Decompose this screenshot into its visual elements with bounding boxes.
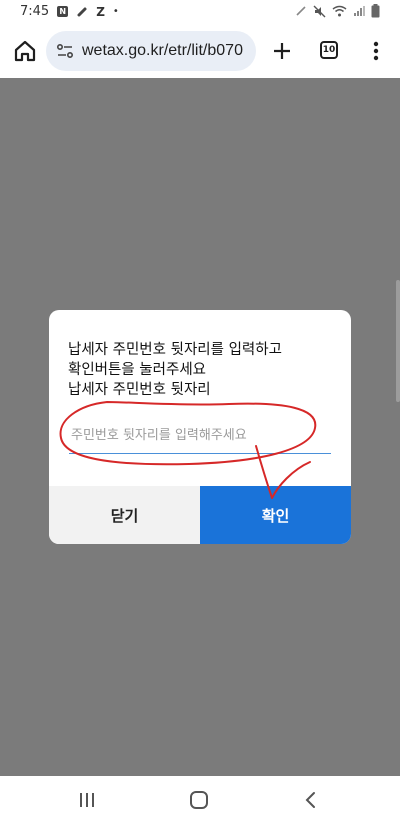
dialog-message-line: 확인버튼을 눌러주세요 bbox=[68, 362, 207, 378]
status-bar: 7:45 N Z • bbox=[0, 0, 400, 26]
scrollbar-handle[interactable] bbox=[396, 280, 400, 402]
dialog-message-line: 납세자 주민번호 뒷자리 bbox=[68, 382, 211, 398]
browser-toolbar: wetax.go.kr/etr/lit/b070 10 bbox=[0, 26, 400, 76]
new-tab-icon[interactable] bbox=[270, 39, 294, 63]
dialog-message: 납세자 주민번호 뒷자리를 입력하고 확인버튼을 눌러주세요 납세자 주민번호 … bbox=[68, 340, 338, 400]
resident-number-input[interactable] bbox=[69, 418, 331, 454]
system-nav-bar bbox=[0, 776, 400, 822]
status-time: 7:45 bbox=[20, 4, 50, 19]
naver-notification-icon: N bbox=[57, 6, 69, 17]
dialog-message-line: 납세자 주민번호 뒷자리를 입력하고 bbox=[68, 342, 282, 358]
back-icon[interactable] bbox=[301, 790, 321, 810]
home-icon[interactable] bbox=[12, 38, 38, 64]
more-menu-icon[interactable] bbox=[370, 40, 382, 62]
battery-icon bbox=[371, 4, 380, 18]
mute-icon bbox=[313, 5, 326, 17]
recent-apps-icon[interactable] bbox=[77, 790, 97, 810]
tab-switcher-button[interactable]: 10 bbox=[320, 41, 338, 59]
signal-icon bbox=[354, 6, 365, 16]
url-bar[interactable]: wetax.go.kr/etr/lit/b070 bbox=[46, 31, 256, 71]
pin-dialog: 납세자 주민번호 뒷자리를 입력하고 확인버튼을 눌러주세요 납세자 주민번호 … bbox=[49, 310, 351, 544]
confirm-button[interactable]: 확인 bbox=[200, 486, 351, 544]
url-text[interactable]: wetax.go.kr/etr/lit/b070 bbox=[82, 42, 243, 60]
site-settings-icon[interactable] bbox=[56, 42, 74, 60]
pen-icon bbox=[296, 6, 306, 16]
status-left: 7:45 N Z • bbox=[20, 4, 119, 19]
close-button[interactable]: 닫기 bbox=[49, 486, 200, 544]
wifi-icon bbox=[332, 5, 347, 17]
status-right bbox=[295, 4, 380, 18]
home-nav-icon[interactable] bbox=[188, 789, 210, 811]
link-notification-icon bbox=[77, 7, 87, 16]
notification-dot: • bbox=[112, 6, 119, 17]
z-notification-icon: Z bbox=[96, 4, 105, 19]
dialog-button-row: 닫기 확인 bbox=[49, 486, 351, 544]
